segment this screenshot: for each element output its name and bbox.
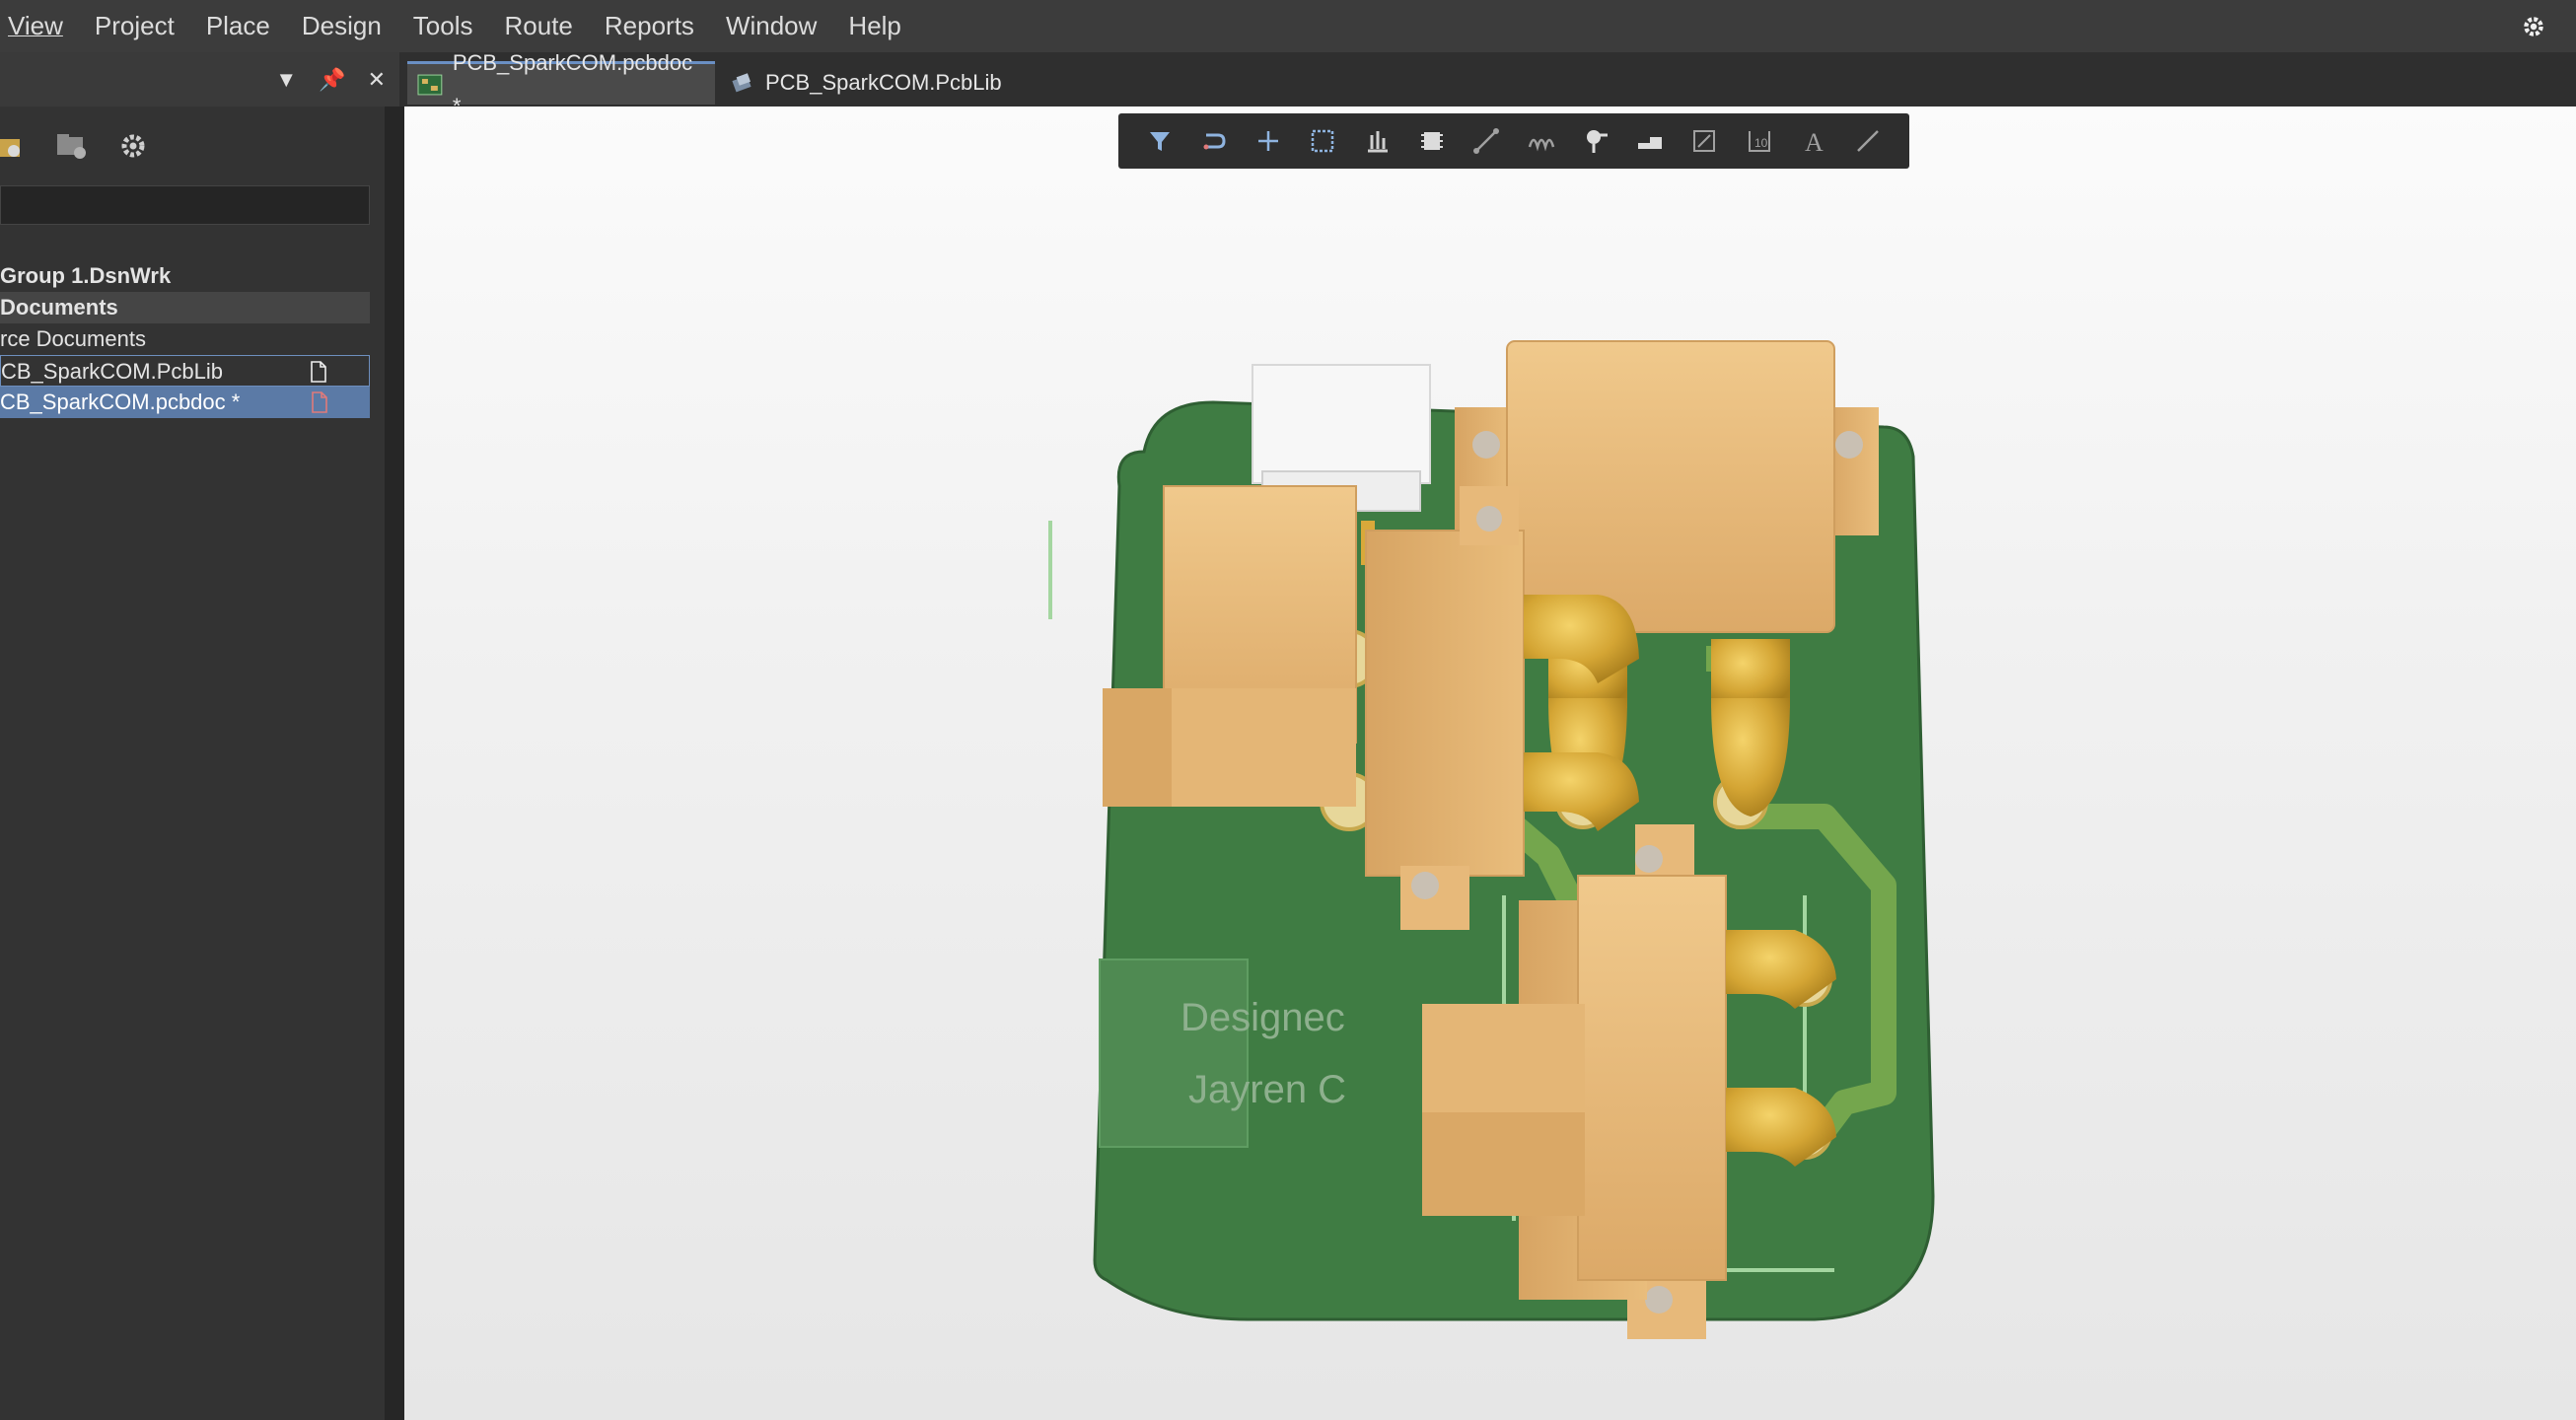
tree-source-documents[interactable]: rce Documents <box>0 323 370 355</box>
cross-icon[interactable] <box>1251 123 1286 159</box>
open-folder-icon[interactable] <box>0 131 26 161</box>
filter-icon[interactable] <box>1142 123 1178 159</box>
panel-close-icon[interactable]: ✕ <box>368 67 386 93</box>
menu-help[interactable]: Help <box>832 0 916 52</box>
projects-panel-toolbar <box>0 113 148 178</box>
menu-bar: View Project Place Design Tools Route Re… <box>0 0 2576 52</box>
route-icon[interactable] <box>1468 123 1504 159</box>
snap-icon[interactable] <box>1196 123 1232 159</box>
document-icon <box>311 361 326 383</box>
footprint-area <box>1099 958 1249 1148</box>
tree-workspace[interactable]: Group 1.DsnWrk <box>0 260 370 292</box>
modified-document-icon <box>312 391 327 413</box>
board-icon[interactable]: 10 <box>1742 123 1777 159</box>
pcb-library-icon <box>732 73 751 93</box>
tree-file-pcblib-label: CB_SparkCOM.PcbLib <box>1 359 223 384</box>
align-icon[interactable] <box>1360 123 1395 159</box>
tab-pcblib-label: PCB_SparkCOM.PcbLib <box>765 70 1002 95</box>
menu-place[interactable]: Place <box>190 0 286 52</box>
polygon-icon[interactable] <box>1632 123 1668 159</box>
panel-pin-icon[interactable]: 📌 <box>319 67 345 93</box>
menu-window[interactable]: Window <box>710 0 832 52</box>
projects-search-input[interactable] <box>0 185 370 225</box>
dimension-icon[interactable] <box>1686 123 1722 159</box>
select-rect-icon[interactable] <box>1305 123 1340 159</box>
menu-project[interactable]: Project <box>79 0 190 52</box>
silkscreen-text-line2: Jayren C <box>1188 1068 1346 1111</box>
pcb-3d-viewport[interactable]: Designec Jayren C <box>404 106 2576 1420</box>
svg-text:10: 10 <box>1754 136 1768 150</box>
component-icon[interactable] <box>1414 123 1450 159</box>
project-options-icon[interactable] <box>55 131 89 161</box>
menu-right-area <box>2521 0 2576 52</box>
tree-file-pcbdoc[interactable]: CB_SparkCOM.pcbdoc * <box>0 387 370 418</box>
text-icon[interactable]: A <box>1796 123 1831 159</box>
menu-design[interactable]: Design <box>286 0 397 52</box>
tab-pcbdoc[interactable]: PCB_SparkCOM.pcbdoc * <box>407 50 715 118</box>
diff-pair-icon[interactable] <box>1524 123 1559 159</box>
panel-gear-icon[interactable] <box>118 131 148 161</box>
svg-text:A: A <box>1805 128 1824 157</box>
line-icon[interactable] <box>1850 123 1886 159</box>
projects-panel-header: ▼ 📌 ✕ <box>0 52 399 106</box>
silkscreen-text-line1: Designec <box>1181 996 1345 1039</box>
tree-file-pcblib[interactable]: CB_SparkCOM.PcbLib <box>0 355 370 387</box>
pad-icon[interactable] <box>1578 123 1613 159</box>
tab-pcblib[interactable]: PCB_SparkCOM.PcbLib <box>720 61 1016 105</box>
menu-view[interactable]: View <box>0 0 79 52</box>
panel-menu-arrow-icon[interactable]: ▼ <box>275 67 297 93</box>
tree-file-pcbdoc-label: CB_SparkCOM.pcbdoc * <box>0 390 241 414</box>
active-bar-toolbar: 10 A <box>1118 113 1909 169</box>
panel-splitter[interactable] <box>385 106 404 1420</box>
pcb-3d-render: Designec Jayren C <box>1048 340 1935 1339</box>
pcb-document-icon <box>417 74 443 95</box>
settings-gear-icon[interactable] <box>2521 14 2546 39</box>
tree-documents-section[interactable]: Documents <box>0 292 370 323</box>
